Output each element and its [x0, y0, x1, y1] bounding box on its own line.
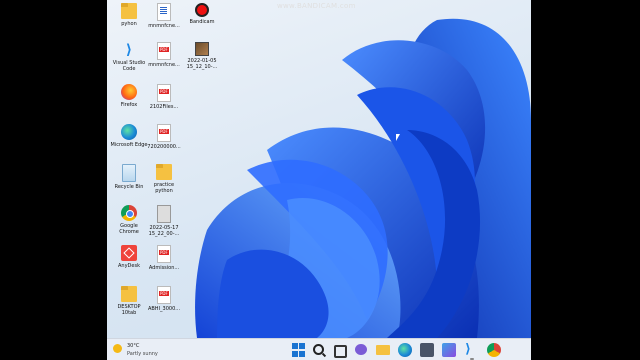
desktop-icon-chrome[interactable]: Google Chrome — [110, 205, 148, 235]
document-icon — [157, 3, 171, 21]
desktop-icon-pdf-4[interactable]: Admission... — [145, 245, 183, 271]
desktop-icon-label: Google Chrome — [119, 223, 139, 235]
desktop-icon-practice-python[interactable]: practice python — [145, 164, 183, 194]
start-icon[interactable] — [292, 343, 306, 357]
calculator-icon[interactable] — [420, 343, 434, 357]
desktop-icon-label: pyhon — [121, 21, 137, 27]
desktop-icon-pdf-2[interactable]: 2102Files... — [145, 84, 183, 110]
desktop-icon-firefox[interactable]: Firefox — [110, 84, 148, 108]
vscode-icon: ⟩ — [125, 42, 133, 58]
desktop-icon-label: Microsoft Edge — [110, 142, 148, 148]
desktop-icon-label: Firefox — [120, 102, 138, 108]
desktop-icon-pdf-3[interactable]: 720200000... — [145, 124, 183, 150]
desktop-icon-pyhon[interactable]: pyhon — [110, 3, 148, 27]
desktop-icon-label: Visual Studio Code — [112, 60, 146, 72]
desktop-icon-bandicam[interactable]: Bandicam — [183, 3, 221, 25]
weather-condition: Partly sunny — [127, 351, 158, 357]
desktop-icon-exe[interactable]: 2022-05-17 15_22_00-... — [145, 205, 183, 237]
edge-icon[interactable] — [398, 343, 412, 357]
folder-icon — [121, 3, 137, 19]
desktop-icon-recycle-bin[interactable]: Recycle Bin — [110, 164, 148, 190]
desktop-icon-label: 2022-01-05 15_12_10-... — [186, 58, 218, 70]
task-view-icon[interactable] — [334, 345, 347, 358]
desktop-icon-label: 2102Files... — [149, 104, 179, 110]
firefox-icon — [121, 84, 137, 100]
taskbar: 30°C Partly sunny ⟩ — [107, 338, 531, 360]
anydesk-icon — [121, 245, 137, 261]
desktop-icon-vscode[interactable]: ⟩ Visual Studio Code — [110, 42, 148, 72]
chrome-icon — [121, 205, 137, 221]
pdf-icon — [157, 42, 171, 60]
weather-temperature: 30°C — [127, 343, 140, 349]
vscode-icon[interactable]: ⟩ — [465, 343, 479, 357]
photos-icon[interactable] — [442, 343, 456, 357]
desktop-icon-label: 2022-05-17 15_22_00-... — [148, 225, 180, 237]
desktop-icon-pdf-1[interactable]: mnmnfcne... — [145, 42, 183, 68]
desktop-icon-desktop-folder[interactable]: DESKTOP 10tab — [110, 286, 148, 316]
recorder-watermark: www.BANDICAM.com — [277, 2, 356, 10]
desktop-icon-edge[interactable]: Microsoft Edge — [110, 124, 148, 148]
desktop-icon-label: ABHI_3000... — [147, 306, 181, 312]
desktop-icon-label: Admission... — [148, 265, 180, 271]
recycle-bin-icon — [122, 164, 136, 182]
desktop-icon-label: mnmnfcne... — [148, 62, 180, 68]
desktop-icon-label: Bandicam — [189, 19, 215, 25]
mouse-cursor-icon — [395, 133, 401, 142]
desktop-icon-anydesk[interactable]: AnyDesk — [110, 245, 148, 269]
chat-icon[interactable] — [355, 344, 367, 355]
desktop-icon-label: Recycle Bin — [114, 184, 144, 190]
desktop-icon-label: practice python — [153, 182, 175, 194]
search-icon[interactable] — [313, 344, 324, 355]
photo-icon — [195, 42, 209, 56]
desktop-icon-label: DESKTOP 10tab — [117, 304, 141, 316]
desktop-icon-label: mnmnfcne... — [148, 23, 180, 29]
edge-icon — [121, 124, 137, 140]
pdf-icon — [157, 245, 171, 263]
desktop-icon-label: AnyDesk — [118, 263, 140, 269]
file-explorer-icon[interactable] — [376, 345, 390, 355]
desktop-screen: pyhon mnmnfcne... Bandicam ⟩ Visual Stud… — [107, 0, 531, 360]
pdf-icon — [157, 286, 171, 304]
folder-icon — [156, 164, 172, 180]
pdf-icon — [157, 84, 171, 102]
folder-icon — [121, 286, 137, 302]
desktop-icon-document[interactable]: mnmnfcne... — [145, 3, 183, 29]
record-icon — [195, 3, 209, 17]
desktop-icon-label: 720200000... — [147, 144, 181, 150]
exe-icon — [157, 205, 171, 223]
chrome-icon[interactable] — [487, 343, 501, 357]
desktop-icon-screenshot[interactable]: 2022-01-05 15_12_10-... — [183, 42, 221, 70]
sun-icon — [113, 344, 122, 353]
pdf-icon — [157, 124, 171, 142]
desktop-icon-pdf-5[interactable]: ABHI_3000... — [145, 286, 183, 312]
